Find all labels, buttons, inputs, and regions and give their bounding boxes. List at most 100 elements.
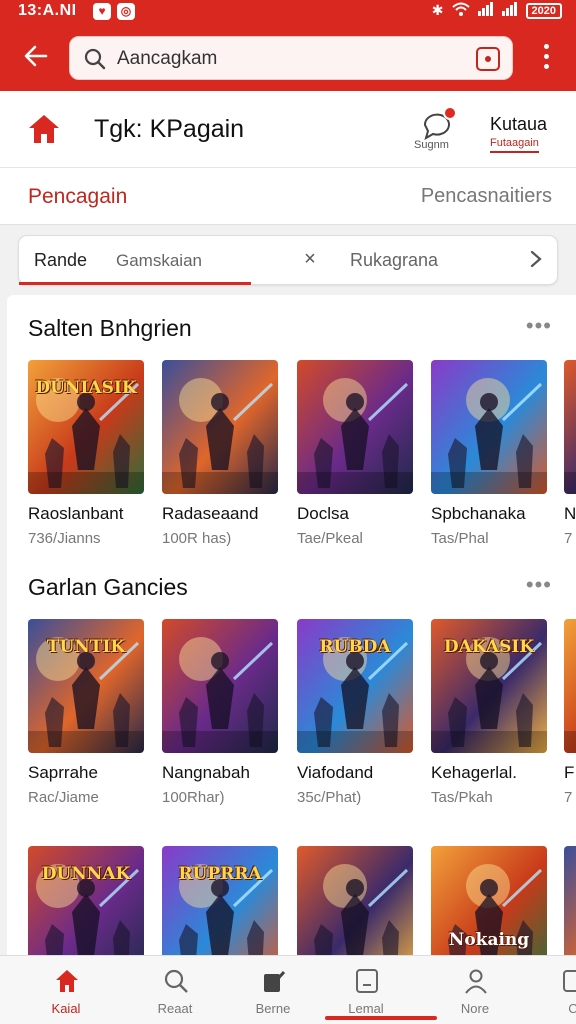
nav-label: Reaat <box>157 1001 193 1016</box>
chevron-right-icon[interactable] <box>529 249 543 275</box>
game-art-title: DUNIASIK <box>35 378 137 398</box>
game-meta: Tae/Pkeal <box>297 530 363 547</box>
nav-item-4[interactable]: Lemal <box>321 956 411 1024</box>
app-notification-icon: ◎ <box>117 3 135 20</box>
game-cover-art <box>162 846 278 955</box>
tablet-icon <box>354 968 380 994</box>
profile-icon <box>463 968 489 994</box>
game-cover-art <box>431 360 547 494</box>
nav-item-1[interactable]: Kaial <box>21 956 111 1024</box>
game-cover-art <box>162 619 278 753</box>
game-tile[interactable] <box>162 360 278 494</box>
game-catalog: Salten Bnhgrien ••• Garlan Gancies ••• D… <box>7 295 576 955</box>
game-title[interactable]: Spbchanaka <box>431 504 526 524</box>
game-art-title: RUBDA <box>319 637 391 657</box>
game-tile[interactable] <box>564 619 576 753</box>
bottom-navigation: Kaial Reaat Berne Lemal Nore C <box>0 955 576 1024</box>
notification-dot <box>443 106 457 120</box>
game-meta: Tas/Phal <box>431 530 489 547</box>
category-tabs: Pencagain Pencasnaitiers <box>0 168 576 225</box>
edit-icon <box>261 968 287 994</box>
wifi-icon <box>451 2 470 19</box>
game-meta: 7 <box>564 530 573 547</box>
filter-bar: Rande Gamskaian × Rukagrana <box>18 235 558 285</box>
bluetooth-icon: ✱ <box>431 2 444 18</box>
nav-item-5[interactable]: Nore <box>430 956 520 1024</box>
more-vert-icon[interactable] <box>542 44 550 72</box>
game-cover-art <box>297 846 413 955</box>
game-title[interactable]: Viafodand <box>297 763 373 783</box>
game-meta: 100Rhar) <box>162 789 225 806</box>
game-title[interactable]: Nangnabah <box>162 763 250 783</box>
game-art-title: TUNTIK <box>46 637 126 657</box>
signal-icon-2 <box>501 2 518 19</box>
nav-label: C <box>568 1001 576 1016</box>
nav-item-6[interactable]: C <box>528 956 576 1024</box>
gesture-indicator <box>325 1016 437 1020</box>
game-tile[interactable]: DAKASIK <box>431 619 547 753</box>
game-title[interactable]: Doclsa <box>297 504 349 524</box>
game-tile[interactable] <box>564 846 576 955</box>
game-art-title: Nokaing <box>448 930 530 950</box>
game-meta: 7 <box>564 789 573 806</box>
filter-chip-value[interactable]: Gamskaian <box>116 251 202 271</box>
back-arrow-icon[interactable] <box>20 40 52 72</box>
home-icon[interactable] <box>27 113 61 145</box>
game-tile[interactable]: TUNTIK <box>28 619 144 753</box>
account-title[interactable]: Kutaua <box>490 114 547 135</box>
game-tile[interactable]: Nokaing <box>431 846 547 955</box>
tab-secondary[interactable]: Pencasnaitiers <box>421 185 552 208</box>
game-art-title: DUNNAK <box>41 864 131 884</box>
clear-filter-icon[interactable]: × <box>300 248 320 271</box>
game-title[interactable]: N <box>564 504 576 524</box>
game-art-title: RUPRRA <box>178 864 262 884</box>
game-cover-art <box>564 846 576 955</box>
notification-badge-icon: ♥ <box>93 3 111 20</box>
game-meta: Rac/Jiame <box>28 789 99 806</box>
game-title[interactable]: F <box>564 763 574 783</box>
search-text: Aancagkam <box>117 48 218 69</box>
search-field[interactable]: Aancagkam <box>69 36 513 80</box>
battery-icon: 2020 <box>525 2 562 19</box>
camera-scan-icon[interactable] <box>476 47 500 71</box>
category-dropdown[interactable]: Rukagrana <box>350 250 438 271</box>
tab-primary[interactable]: Pencagain <box>28 185 127 209</box>
game-tile[interactable] <box>564 360 576 494</box>
section-more-icon[interactable]: ••• <box>526 313 552 339</box>
game-tile[interactable] <box>431 360 547 494</box>
game-meta: Tas/Pkah <box>431 789 493 806</box>
nav-item-3[interactable]: Berne <box>228 956 318 1024</box>
game-tile[interactable]: DUNIASIK <box>28 360 144 494</box>
game-tile[interactable] <box>297 846 413 955</box>
notification-label: Sugnm <box>414 139 449 151</box>
game-title[interactable]: Radaseaand <box>162 504 258 524</box>
game-tile[interactable] <box>297 360 413 494</box>
status-bar: 13:A.NI ♥ ◎ ✱ 2020 <box>0 0 576 24</box>
section-title-2: Garlan Gancies <box>28 574 188 600</box>
game-tile[interactable] <box>162 619 278 753</box>
nav-item-2[interactable]: Reaat <box>130 956 220 1024</box>
game-meta: 100R has) <box>162 530 232 547</box>
game-art-title: DAKASIK <box>443 637 535 657</box>
game-cover-art <box>28 846 144 955</box>
game-cover-art <box>564 360 576 494</box>
nav-label: Kaial <box>51 1001 81 1016</box>
nav-label: Nore <box>460 1001 490 1016</box>
section-more-icon[interactable]: ••• <box>526 572 552 598</box>
filter-chip-label[interactable]: Rande <box>34 250 87 271</box>
game-tile[interactable]: RUBDA <box>297 619 413 753</box>
page-title: Tgk: KPagain <box>94 115 245 143</box>
game-cover-art <box>564 619 576 753</box>
game-cover-art <box>162 360 278 494</box>
app-bar: 13:A.NI ♥ ◎ ✱ 2020 Aancagkam <box>0 0 576 91</box>
account-subtitle[interactable]: Futaagain <box>490 137 539 153</box>
section-title-1: Salten Bnhgrien <box>28 315 192 341</box>
game-title[interactable]: Raoslanbant <box>28 504 123 524</box>
nav-label: Lemal <box>348 1001 384 1016</box>
game-title[interactable]: Kehagerlal. <box>431 763 517 783</box>
page-header: Tgk: KPagain Sugnm Kutaua Futaagain <box>0 91 576 168</box>
game-title[interactable]: Saprrahe <box>28 763 98 783</box>
game-tile[interactable]: DUNNAK <box>28 846 144 955</box>
signal-icon <box>477 2 494 19</box>
game-tile[interactable]: RUPRRA <box>162 846 278 955</box>
